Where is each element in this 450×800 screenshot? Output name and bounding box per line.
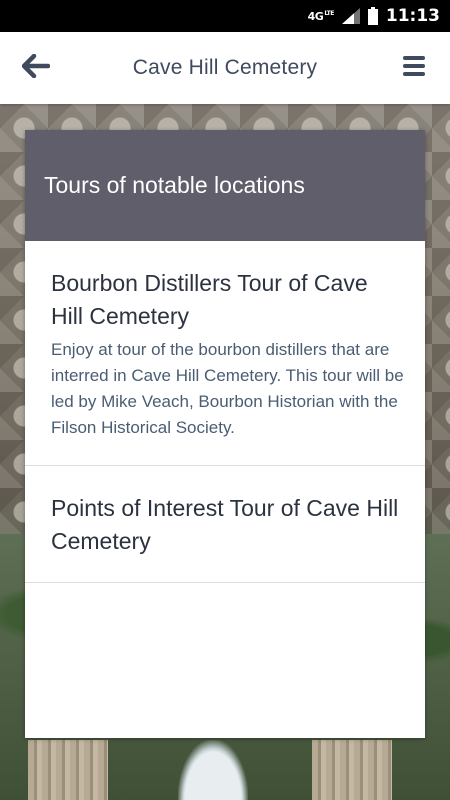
tour-description: Enjoy at tour of the bourbon distillers …	[51, 340, 404, 437]
left-column	[28, 740, 108, 800]
battery-icon	[367, 7, 378, 25]
tour-title: Points of Interest Tour of Cave Hill Cem…	[51, 495, 399, 554]
clock: 11:13	[385, 6, 440, 26]
status-bar: 4G LTE 11:13	[0, 0, 450, 32]
network-type: 4G LTE	[307, 9, 335, 23]
network-label: 4G	[307, 9, 324, 23]
menu-button[interactable]	[400, 54, 428, 82]
tour-item-bourbon[interactable]: Bourbon Distillers Tour of Cave Hill Cem…	[25, 241, 425, 466]
card-title: Tours of notable locations	[44, 172, 305, 198]
tour-title: Bourbon Distillers Tour of Cave Hill Cem…	[51, 270, 368, 329]
card-header: Tours of notable locations	[25, 130, 425, 241]
signal-icon	[341, 8, 360, 24]
tours-card: Tours of notable locations Bourbon Disti…	[25, 130, 425, 738]
hamburger-menu-icon	[403, 55, 425, 82]
network-sub-label: LTE	[324, 9, 334, 17]
status-icons: 4G LTE 11:13	[308, 0, 440, 32]
statue	[178, 740, 248, 800]
app-bar: Cave Hill Cemetery	[0, 32, 450, 104]
right-column	[312, 740, 392, 800]
page-title: Cave Hill Cemetery	[132, 56, 318, 79]
tour-item-points-of-interest[interactable]: Points of Interest Tour of Cave Hill Cem…	[25, 466, 425, 583]
